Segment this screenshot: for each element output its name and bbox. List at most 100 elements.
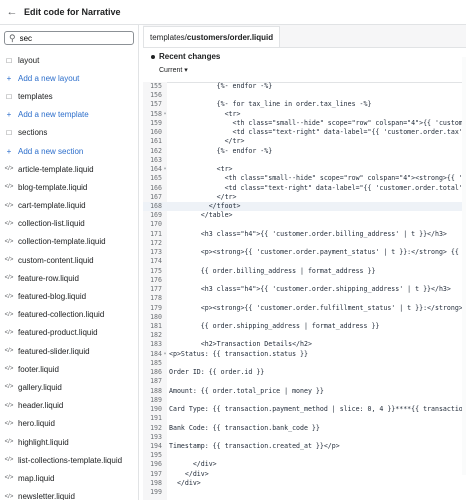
back-arrow-icon[interactable]: ← [0, 0, 24, 24]
folder-item[interactable]: □ layout [0, 51, 138, 69]
line-number: 174 [150, 257, 162, 266]
file-item[interactable]: </> highlight.liquid [0, 433, 138, 451]
sidebar-item-label: footer.liquid [18, 364, 59, 374]
fold-arrow-icon[interactable]: ▾ [162, 110, 168, 119]
file-item[interactable]: </> custom-content.liquid [0, 251, 138, 269]
code-text: Card Type: {{ transaction.payment_method… [169, 405, 466, 414]
line-number: 169 [150, 211, 162, 220]
file-item[interactable]: </> featured-slider.liquid [0, 342, 138, 360]
code-line: 164 ▾ <tr> [143, 165, 466, 174]
code-line: 199 [143, 488, 466, 497]
file-item[interactable]: </> cart-template.liquid [0, 197, 138, 215]
code-text: {{ order.shipping_address | format_addre… [169, 321, 380, 330]
folder-icon: □ [6, 55, 12, 65]
code-file-icon: </> [4, 257, 14, 264]
code-line: 166 <td class="text-right" data-label="{… [143, 184, 466, 193]
plus-icon: + [6, 73, 12, 83]
file-item[interactable]: </> footer.liquid [0, 360, 138, 378]
line-number: 165 [150, 174, 162, 183]
code-line: 193 [143, 433, 466, 442]
line-number: 155 [150, 82, 162, 90]
code-text: </div> [169, 478, 201, 487]
code-line: 183 <h2>Transaction Details</h2> [143, 340, 466, 349]
add-new-link[interactable]: + Add a new template [0, 106, 138, 124]
version-select-label: Current [159, 67, 183, 74]
code-line: 161 </tr> [143, 137, 466, 146]
code-file-icon: </> [4, 220, 14, 227]
code-line: 172 [143, 239, 466, 248]
add-new-link[interactable]: + Add a new layout [0, 69, 138, 87]
code-editor[interactable]: 155 {%- endfor -%} 156 157 {%- for tax_lin… [143, 82, 466, 500]
line-number: 162 [150, 146, 162, 155]
editor-scrollbar[interactable] [462, 57, 466, 475]
file-item[interactable]: </> newsletter.liquid [0, 488, 138, 500]
code-line: 179 <p><strong>{{ 'customer.order.fulfil… [143, 304, 466, 313]
file-item[interactable]: </> feature-row.liquid [0, 269, 138, 287]
folder-item[interactable]: □ sections [0, 124, 138, 142]
code-line: 189 [143, 396, 466, 405]
code-line: 180 [143, 313, 466, 322]
line-number: 168 [150, 201, 162, 210]
file-item[interactable]: </> collection-list.liquid [0, 215, 138, 233]
code-text: <tr> [169, 165, 233, 174]
code-line: 197 </div> [143, 470, 466, 479]
file-item[interactable]: </> collection-template.liquid [0, 233, 138, 251]
code-text: </table> [169, 211, 233, 220]
file-item[interactable]: </> map.liquid [0, 469, 138, 487]
search-box[interactable]: ⚲ [4, 31, 134, 45]
file-item[interactable]: </> blog-template.liquid [0, 178, 138, 196]
code-text: </tfoot> [169, 201, 241, 210]
sidebar-item-label: Add a new layout [18, 73, 80, 83]
line-number: 172 [150, 238, 162, 247]
file-item[interactable]: </> gallery.liquid [0, 378, 138, 396]
line-number: 157 [150, 100, 162, 109]
code-line: 167 </tr> [143, 193, 466, 202]
fold-arrow-icon[interactable]: ▾ [162, 165, 168, 174]
code-file-icon: </> [4, 439, 14, 446]
sidebar-item-label: hero.liquid [18, 419, 55, 429]
editor-panel: templates/customers/order.liquid Recent … [143, 25, 466, 500]
recent-changes-label: Recent changes [159, 52, 221, 61]
sidebar-item-label: featured-collection.liquid [18, 310, 105, 320]
code-text: <p><strong>{{ 'customer.order.payment_st… [169, 248, 466, 257]
folder-icon: □ [6, 91, 12, 101]
file-item[interactable]: </> featured-blog.liquid [0, 287, 138, 305]
sidebar-item-label: blog-template.liquid [18, 182, 88, 192]
sidebar-item-label: newsletter.liquid [18, 492, 75, 500]
line-number: 195 [150, 451, 162, 460]
tab-path-file: customers/order.liquid [186, 32, 274, 42]
code-file-icon: </> [4, 329, 14, 336]
search-input[interactable] [19, 33, 120, 43]
file-item[interactable]: </> header.liquid [0, 397, 138, 415]
code-line: 165 <th class="small--hide" scope="row" … [143, 174, 466, 183]
code-line: 186 Order ID: {{ order.id }} [143, 368, 466, 377]
line-number: 180 [150, 312, 162, 321]
file-item[interactable]: </> featured-product.liquid [0, 324, 138, 342]
line-number: 194 [150, 441, 162, 450]
line-number: 189 [150, 395, 162, 404]
sidebar-item-label: featured-blog.liquid [18, 292, 87, 302]
file-item[interactable]: </> list-collections-template.liquid [0, 451, 138, 469]
code-text: {%- endfor -%} [169, 146, 273, 155]
line-number: 199 [150, 488, 162, 497]
code-text: <p>Status: {{ transaction.status }} [169, 349, 308, 358]
line-number: 197 [150, 469, 162, 478]
sidebar-item-label: article-template.liquid [18, 164, 94, 174]
code-line: 192 Bank Code: {{ transaction.bank_code }… [143, 424, 466, 433]
code-line: 177 <h3 class="h4">{{ 'customer.order.sh… [143, 285, 466, 294]
code-text: {%- for tax_line in order.tax_lines -%} [169, 100, 372, 109]
code-line: 168 </tfoot> [143, 201, 466, 211]
code-text: </tr> [169, 137, 245, 146]
file-item[interactable]: </> featured-collection.liquid [0, 306, 138, 324]
code-line: 181 {{ order.shipping_address | format_a… [143, 322, 466, 331]
add-new-link[interactable]: + Add a new section [0, 142, 138, 160]
file-item[interactable]: </> article-template.liquid [0, 160, 138, 178]
line-number: 163 [150, 155, 162, 164]
tab-order-liquid[interactable]: templates/customers/order.liquid [143, 26, 281, 47]
file-item[interactable]: </> hero.liquid [0, 415, 138, 433]
fold-arrow-icon[interactable]: ▾ [162, 350, 168, 359]
sidebar-item-label: Add a new template [18, 110, 89, 120]
folder-item[interactable]: □ templates [0, 87, 138, 105]
line-number: 191 [150, 414, 162, 423]
version-select[interactable]: Current ▾ [159, 66, 188, 74]
